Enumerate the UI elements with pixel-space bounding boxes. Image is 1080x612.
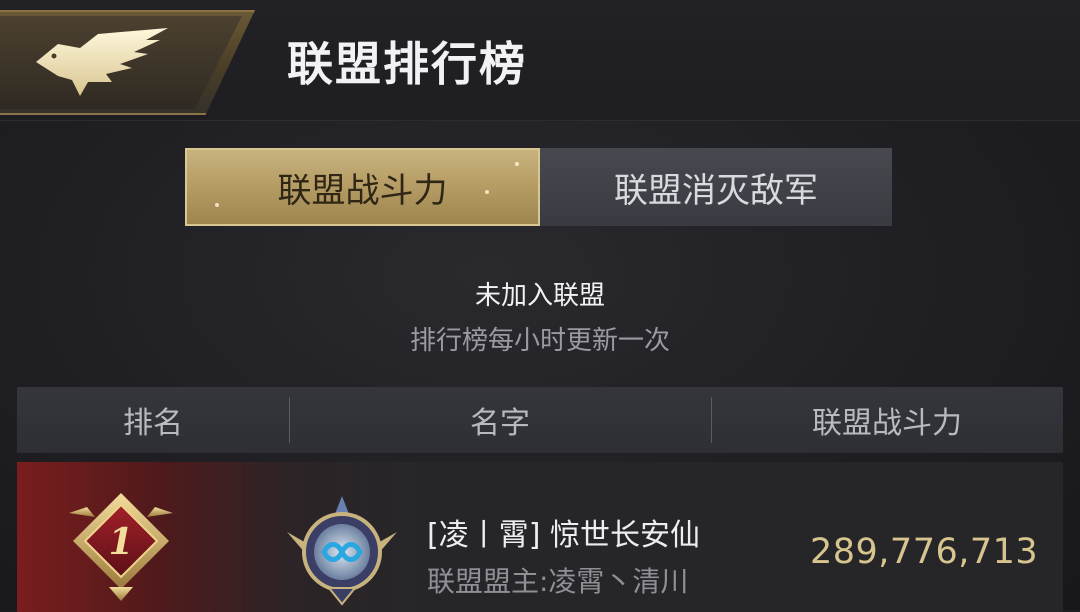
rank-medal-icon: 1 [69,493,173,601]
alliance-crest-icon [287,496,397,606]
rank-number: 1 [108,521,133,563]
tab-alliance-kills[interactable]: 联盟消灭敌军 [540,148,892,226]
update-note: 排行榜每小时更新一次 [409,326,670,356]
column-divider [289,397,290,443]
column-divider [711,397,712,443]
table-header: 排名 名字 联盟战斗力 [17,387,1063,453]
tab-label: 联盟消灭敌军 [614,170,818,211]
tab-bar: 联盟战斗力 联盟消灭敌军 [185,148,892,226]
page-title: 联盟排行榜 [287,37,527,91]
column-header-power: 联盟战斗力 [812,406,962,441]
alliance-leader: 联盟盟主:凌霄丶清川 [427,565,689,598]
tab-alliance-power[interactable]: 联盟战斗力 [185,148,540,226]
eagle-emblem-icon [36,28,168,96]
tab-label: 联盟战斗力 [277,170,448,211]
table-row[interactable]: 1 [凌丨霄] 惊世长安仙 联盟盟主:凌霄丶清川 289,776,713 [17,462,1063,612]
column-header-rank: 排名 [123,406,183,441]
alliance-power-value: 289,776,713 [810,532,1039,572]
column-header-name: 名字 [470,406,530,441]
alliance-name: [凌丨霄] 惊世长安仙 [427,518,700,553]
membership-status: 未加入联盟 [474,281,605,311]
